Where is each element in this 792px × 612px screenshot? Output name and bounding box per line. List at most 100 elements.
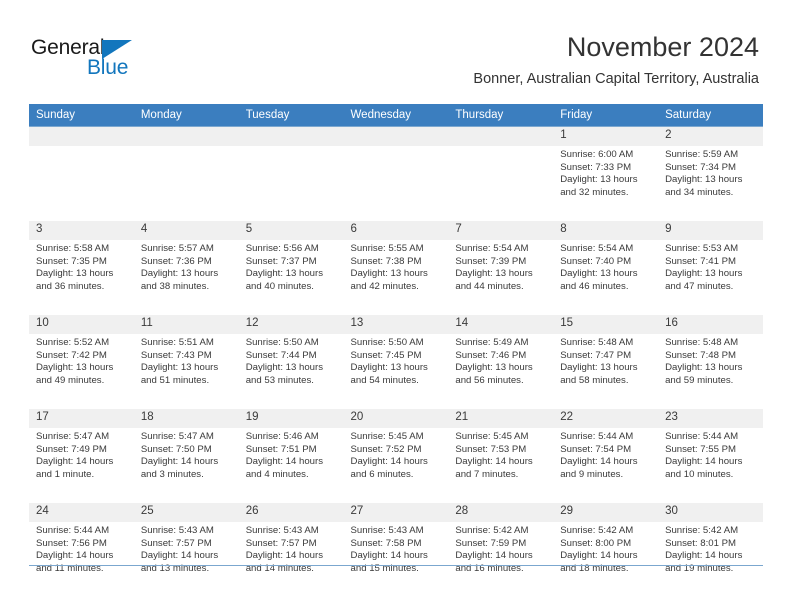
sunrise-text: Sunrise: 5:53 AM — [665, 243, 739, 254]
day-number[interactable]: 1 — [553, 126, 659, 146]
day-number[interactable]: 15 — [553, 315, 659, 334]
week-daynumber-row: 10 11 12 13 14 15 16 — [29, 315, 763, 334]
sunrise-text: Sunrise: 6:00 AM — [560, 149, 634, 160]
sunrise-text: Sunrise: 5:58 AM — [36, 243, 110, 254]
day-number[interactable]: 7 — [448, 221, 554, 240]
weekday-header-thursday: Thursday — [448, 104, 554, 127]
daylight-text-line1: Daylight: 14 hours — [560, 550, 638, 562]
day-cell[interactable]: Sunrise: 5:43 AM Sunset: 7:57 PM Daylight:… — [239, 522, 344, 597]
day-number[interactable]: 10 — [29, 315, 134, 334]
daylight-text-line1: Daylight: 13 hours — [665, 268, 743, 280]
day-number[interactable]: 8 — [553, 221, 659, 240]
day-number[interactable]: 18 — [133, 409, 239, 428]
day-number[interactable]: 26 — [238, 503, 344, 522]
day-number[interactable]: 2 — [658, 126, 763, 146]
sunrise-text: Sunrise: 5:55 AM — [350, 243, 424, 254]
day-cell[interactable]: Sunrise: 5:47 AM Sunset: 7:50 PM Daylight:… — [134, 428, 239, 503]
day-cell[interactable]: Sunrise: 5:44 AM Sunset: 7:56 PM Daylight:… — [29, 522, 134, 597]
day-cell[interactable]: Sunrise: 5:53 AM Sunset: 7:41 PM Daylight:… — [658, 240, 763, 315]
day-cell[interactable]: Sunrise: 5:42 AM Sunset: 8:00 PM Daylight:… — [553, 522, 658, 597]
day-cell[interactable]: Sunrise: 5:54 AM Sunset: 7:40 PM Daylight:… — [553, 240, 658, 315]
day-cell[interactable]: Sunrise: 5:56 AM Sunset: 7:37 PM Daylight:… — [239, 240, 344, 315]
daylight-text-line1: Daylight: 14 hours — [140, 456, 219, 468]
sunrise-text: Sunrise: 5:54 AM — [455, 243, 529, 254]
day-number[interactable]: 29 — [553, 503, 659, 522]
day-number[interactable]: 14 — [448, 315, 554, 334]
day-cell[interactable]: Sunrise: 5:46 AM Sunset: 7:51 PM Daylight:… — [239, 428, 344, 503]
week-detail-row: Sunrise: 5:44 AM Sunset: 7:56 PM Daylight:… — [29, 522, 763, 597]
day-cell[interactable]: Sunrise: 5:43 AM Sunset: 7:57 PM Daylight:… — [134, 522, 239, 597]
day-number-empty — [343, 126, 449, 146]
day-number[interactable]: 11 — [133, 315, 239, 334]
day-number[interactable]: 30 — [658, 503, 763, 522]
day-cell[interactable]: Sunrise: 5:50 AM Sunset: 7:44 PM Daylight:… — [239, 334, 344, 409]
daylight-text-line2: and 42 minutes. — [350, 280, 419, 292]
sunset-text: Sunset: 7:42 PM — [36, 349, 107, 361]
day-cell[interactable]: Sunrise: 5:48 AM Sunset: 7:48 PM Daylight:… — [658, 334, 763, 409]
daylight-text-line2: and 4 minutes. — [245, 468, 309, 480]
day-number[interactable]: 17 — [29, 409, 134, 428]
daylight-text-line1: Daylight: 14 hours — [36, 456, 114, 468]
day-cell[interactable]: Sunrise: 5:45 AM Sunset: 7:53 PM Daylight:… — [448, 428, 553, 503]
day-number-empty — [133, 126, 239, 146]
day-cell[interactable]: Sunrise: 5:50 AM Sunset: 7:45 PM Daylight:… — [344, 334, 449, 409]
sunset-text: Sunset: 7:56 PM — [36, 537, 107, 549]
day-cell[interactable]: Sunrise: 5:58 AM Sunset: 7:35 PM Daylight:… — [29, 240, 134, 315]
day-cell[interactable]: Sunrise: 5:57 AM Sunset: 7:36 PM Daylight:… — [134, 240, 239, 315]
day-cell[interactable]: Sunrise: 5:42 AM Sunset: 7:59 PM Daylight:… — [448, 522, 553, 597]
day-number[interactable]: 27 — [343, 503, 449, 522]
day-cell[interactable]: Sunrise: 5:49 AM Sunset: 7:46 PM Daylight:… — [448, 334, 553, 409]
daylight-text-line1: Daylight: 13 hours — [245, 362, 324, 374]
day-cell[interactable]: Sunrise: 5:59 AM Sunset: 7:34 PM Daylight:… — [658, 146, 763, 221]
day-number[interactable]: 20 — [343, 409, 449, 428]
day-cell[interactable]: Sunrise: 5:47 AM Sunset: 7:49 PM Daylight:… — [29, 428, 134, 503]
daylight-text-line1: Daylight: 13 hours — [665, 174, 743, 186]
day-cell[interactable]: Sunrise: 5:55 AM Sunset: 7:38 PM Daylight:… — [344, 240, 449, 315]
day-cell[interactable]: Sunrise: 5:44 AM Sunset: 7:54 PM Daylight:… — [553, 428, 658, 503]
sunset-text: Sunset: 7:35 PM — [36, 255, 107, 267]
day-number[interactable]: 12 — [238, 315, 344, 334]
day-cell[interactable]: Sunrise: 5:48 AM Sunset: 7:47 PM Daylight:… — [553, 334, 658, 409]
calendar-header-row: Sunday Monday Tuesday Wednesday Thursday… — [29, 104, 763, 127]
day-number[interactable]: 28 — [448, 503, 554, 522]
daylight-text-line1: Daylight: 13 hours — [560, 268, 638, 280]
day-cell[interactable]: Sunrise: 6:00 AM Sunset: 7:33 PM Daylight:… — [553, 146, 658, 221]
daylight-text-line2: and 54 minutes. — [350, 374, 419, 386]
daylight-text-line2: and 59 minutes. — [665, 374, 734, 386]
day-cell[interactable]: Sunrise: 5:54 AM Sunset: 7:39 PM Daylight:… — [448, 240, 553, 315]
daylight-text-line1: Daylight: 13 hours — [36, 362, 114, 374]
day-number[interactable]: 16 — [658, 315, 763, 334]
daylight-text-line1: Daylight: 14 hours — [560, 456, 638, 468]
day-number[interactable]: 23 — [658, 409, 763, 428]
day-cell[interactable]: Sunrise: 5:44 AM Sunset: 7:55 PM Daylight:… — [658, 428, 763, 503]
weekday-header-monday: Monday — [133, 104, 239, 127]
page-title: November 2024 — [566, 32, 759, 62]
day-number[interactable]: 5 — [238, 221, 344, 240]
day-number[interactable]: 19 — [238, 409, 344, 428]
day-number[interactable]: 21 — [448, 409, 554, 428]
daylight-text-line1: Daylight: 13 hours — [36, 268, 114, 280]
day-cell-empty — [29, 146, 134, 221]
day-number[interactable]: 25 — [133, 503, 239, 522]
daylight-text-line2: and 40 minutes. — [245, 280, 314, 292]
sunset-text: Sunset: 7:47 PM — [560, 349, 632, 361]
day-number[interactable]: 22 — [553, 409, 659, 428]
weekday-header-wednesday: Wednesday — [343, 104, 449, 127]
day-cell[interactable]: Sunrise: 5:42 AM Sunset: 8:01 PM Daylight:… — [658, 522, 763, 597]
sunset-text: Sunset: 7:44 PM — [245, 349, 317, 361]
sunset-text: Sunset: 7:48 PM — [665, 349, 736, 361]
day-number[interactable]: 13 — [343, 315, 449, 334]
day-cell[interactable]: Sunrise: 5:45 AM Sunset: 7:52 PM Daylight:… — [344, 428, 449, 503]
day-cell[interactable]: Sunrise: 5:43 AM Sunset: 7:58 PM Daylight:… — [344, 522, 449, 597]
day-number[interactable]: 9 — [658, 221, 763, 240]
day-number[interactable]: 24 — [29, 503, 134, 522]
day-cell[interactable]: Sunrise: 5:51 AM Sunset: 7:43 PM Daylight:… — [134, 334, 239, 409]
sunset-text: Sunset: 7:34 PM — [665, 161, 736, 173]
sunset-text: Sunset: 7:46 PM — [455, 349, 527, 361]
day-number[interactable]: 6 — [343, 221, 449, 240]
day-cell[interactable]: Sunrise: 5:52 AM Sunset: 7:42 PM Daylight:… — [29, 334, 134, 409]
day-number[interactable]: 3 — [29, 221, 134, 240]
day-number[interactable]: 4 — [133, 221, 239, 240]
sunset-text: Sunset: 7:41 PM — [665, 255, 736, 267]
sunrise-text: Sunrise: 5:42 AM — [560, 525, 634, 536]
